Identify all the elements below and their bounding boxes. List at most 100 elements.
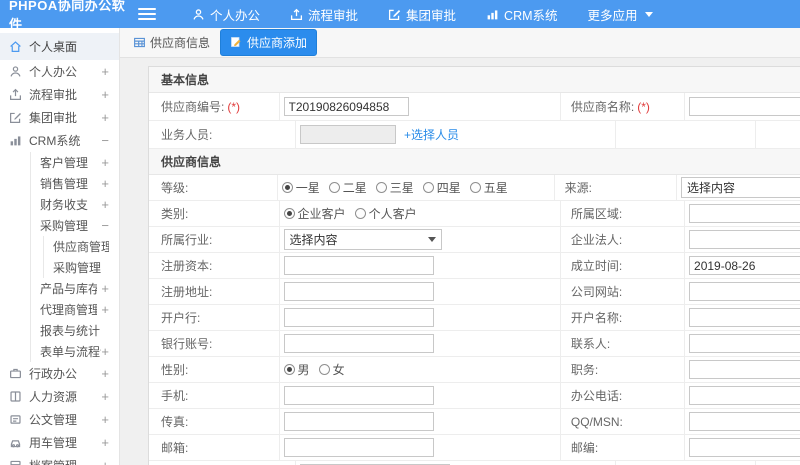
sidebar-item-sales-mgmt[interactable]: 销售管理 + — [31, 173, 119, 194]
user-icon — [192, 8, 205, 21]
sidebar-item-crm[interactable]: CRM系统 − — [0, 129, 119, 152]
sidebar-item-customer-mgmt[interactable]: 客户管理 + — [31, 152, 119, 173]
radio-option[interactable]: 三星 — [375, 179, 414, 196]
field-label: 开户行: — [149, 305, 280, 330]
job-title-input[interactable] — [689, 360, 800, 379]
expand-icon[interactable]: + — [97, 87, 109, 102]
book-icon — [9, 390, 22, 403]
radio-icon — [354, 208, 366, 219]
industry-select[interactable]: 选择内容 — [283, 229, 442, 250]
sidebar-item-supplier-mgmt[interactable]: 供应商管理 — [44, 236, 119, 257]
category-radio-group: 企业客户 个人客户 — [283, 205, 417, 222]
founding-date-input[interactable] — [689, 256, 800, 275]
topnav-item-group-approval[interactable]: 集团审批 — [388, 5, 456, 24]
caret-down-icon — [427, 237, 436, 242]
sidebar-item-form-flow-settings[interactable]: 表单与流程设置 + — [31, 341, 119, 362]
fax-input[interactable] — [283, 412, 434, 431]
topnav-item-more-apps[interactable]: 更多应用 — [588, 5, 653, 24]
main-content: 供应商信息 供应商添加 基本信息 供应商编号:(*) 供 — [120, 28, 800, 465]
field-label: 来源: — [555, 175, 678, 200]
business-staff-input[interactable] — [300, 125, 396, 144]
legal-person-input[interactable] — [689, 230, 800, 249]
sidebar-item-document-mgmt[interactable]: 公文管理 + — [0, 408, 119, 431]
document-icon — [9, 413, 22, 426]
company-website-input[interactable] — [689, 282, 800, 301]
sidebar-item-reports-stats[interactable]: 报表与统计 — [31, 320, 119, 341]
radio-option[interactable]: 五星 — [469, 179, 508, 196]
level-radio-group: 一星 二星 三星 四星 五星 — [281, 179, 508, 196]
registered-capital-input[interactable] — [283, 256, 434, 275]
user-icon — [9, 65, 22, 78]
topnav-item-crm[interactable]: CRM系统 — [486, 5, 558, 24]
chart-icon — [9, 134, 22, 147]
mobile-input[interactable] — [283, 386, 434, 405]
form-row: 传真: QQ/MSN: — [149, 409, 800, 435]
expand-icon[interactable]: + — [97, 110, 109, 125]
topnav-item-workflow-approval[interactable]: 流程审批 — [290, 5, 358, 24]
radio-icon — [283, 364, 295, 375]
field-label: 职务: — [561, 357, 686, 382]
required-mark: (*) — [227, 99, 241, 114]
sidebar-item-agent-mgmt[interactable]: 代理商管理 + — [31, 299, 119, 320]
source-select[interactable]: 选择内容 — [681, 177, 800, 198]
menu-toggle-icon[interactable] — [138, 8, 156, 20]
sidebar-item-vehicle-mgmt[interactable]: 用车管理 + — [0, 431, 119, 454]
radio-icon — [375, 182, 387, 193]
sidebar-item-group-approval[interactable]: 集团审批 + — [0, 106, 119, 129]
edit-icon — [9, 111, 22, 124]
sidebar-item-finance[interactable]: 财务收支 + — [31, 194, 119, 215]
topnav-item-personal-office[interactable]: 个人办公 — [192, 5, 260, 24]
form-row: 供应商编号:(*) 供应商名称:(*) — [149, 93, 800, 121]
radio-icon — [469, 182, 481, 193]
radio-option[interactable]: 二星 — [328, 179, 367, 196]
supplier-name-input[interactable] — [689, 97, 800, 116]
email-input[interactable] — [283, 438, 434, 457]
expand-icon[interactable]: + — [97, 64, 109, 79]
briefcase-icon — [9, 367, 22, 380]
radio-icon — [422, 182, 434, 193]
sidebar-item-product-inventory[interactable]: 产品与库存 + — [31, 278, 119, 299]
select-staff-link[interactable]: +选择人员 — [404, 126, 459, 143]
sidebar-item-hr[interactable]: 人力资源 + — [0, 385, 119, 408]
account-name-input[interactable] — [689, 308, 800, 327]
qq-msn-input[interactable] — [689, 412, 800, 431]
field-label: 银行账号: — [149, 331, 280, 356]
field-label: 类别: — [149, 201, 280, 226]
field-label: 地址: — [149, 461, 296, 465]
sidebar-item-archive-mgmt[interactable]: 档案管理 + — [0, 454, 119, 465]
office-phone-input[interactable] — [689, 386, 800, 405]
radio-option[interactable]: 女 — [318, 361, 345, 378]
bank-account-input[interactable] — [283, 334, 434, 353]
sidebar: 个人桌面 个人办公 + 流程审批 + 集团审批 + CRM系统 − 客户管理 +… — [0, 28, 120, 465]
edit-icon — [388, 8, 401, 21]
flow-icon — [290, 8, 303, 21]
tab-bar: 供应商信息 供应商添加 — [120, 28, 800, 58]
sidebar-item-personal-office[interactable]: 个人办公 + — [0, 60, 119, 83]
sidebar-item-purchasing[interactable]: 采购管理 — [44, 257, 119, 278]
radio-option[interactable]: 四星 — [422, 179, 461, 196]
form-row: 开户行: 开户名称: — [149, 305, 800, 331]
postcode-input[interactable] — [689, 438, 800, 457]
tab-supplier-add[interactable]: 供应商添加 — [220, 29, 318, 56]
field-label: 联系人: — [561, 331, 686, 356]
contact-person-input[interactable] — [689, 334, 800, 353]
radio-icon — [328, 182, 340, 193]
region-input[interactable] — [689, 204, 800, 223]
radio-option[interactable]: 企业客户 — [283, 205, 346, 222]
radio-option[interactable]: 男 — [283, 361, 310, 378]
sidebar-item-personal-desktop[interactable]: 个人桌面 — [0, 33, 119, 60]
radio-option[interactable]: 个人客户 — [354, 205, 417, 222]
radio-option[interactable]: 一星 — [281, 179, 320, 196]
required-mark: (*) — [637, 99, 650, 114]
caret-down-icon — [644, 11, 653, 17]
supplier-code-input[interactable] — [283, 97, 409, 116]
bank-branch-input[interactable] — [283, 308, 434, 327]
sidebar-item-workflow-approval[interactable]: 流程审批 + — [0, 83, 119, 106]
tab-supplier-info[interactable]: 供应商信息 — [133, 34, 210, 51]
field-label: 公司网站: — [561, 279, 686, 304]
sidebar-item-purchase-mgmt[interactable]: 采购管理 − — [31, 215, 119, 236]
field-label: 所属行业: — [149, 227, 280, 252]
registered-address-input[interactable] — [283, 282, 434, 301]
sidebar-item-admin-office[interactable]: 行政办公 + — [0, 362, 119, 385]
collapse-icon[interactable]: − — [97, 133, 109, 148]
